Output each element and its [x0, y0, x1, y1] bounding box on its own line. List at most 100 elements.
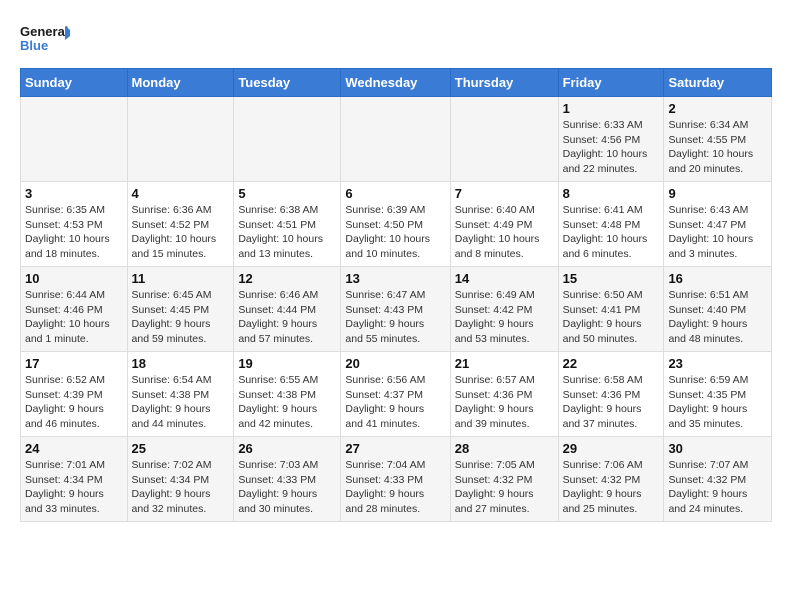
calendar-cell: 23 Sunrise: 6:59 AMSunset: 4:35 PMDayligh…	[664, 352, 772, 437]
day-number: 2	[668, 101, 767, 116]
day-info: Sunrise: 6:49 AMSunset: 4:42 PMDaylight:…	[455, 288, 554, 347]
day-info: Sunrise: 6:33 AMSunset: 4:56 PMDaylight:…	[563, 118, 660, 177]
calendar-cell	[341, 97, 450, 182]
calendar-cell	[127, 97, 234, 182]
day-info: Sunrise: 6:41 AMSunset: 4:48 PMDaylight:…	[563, 203, 660, 262]
calendar-cell	[21, 97, 128, 182]
calendar-week-row: 24 Sunrise: 7:01 AMSunset: 4:34 PMDayligh…	[21, 437, 772, 522]
calendar-cell	[234, 97, 341, 182]
day-number: 12	[238, 271, 336, 286]
day-info: Sunrise: 7:06 AMSunset: 4:32 PMDaylight:…	[563, 458, 660, 517]
calendar-week-row: 1 Sunrise: 6:33 AMSunset: 4:56 PMDaylight…	[21, 97, 772, 182]
calendar-cell: 15 Sunrise: 6:50 AMSunset: 4:41 PMDayligh…	[558, 267, 664, 352]
day-number: 14	[455, 271, 554, 286]
calendar-cell: 17 Sunrise: 6:52 AMSunset: 4:39 PMDayligh…	[21, 352, 128, 437]
day-info: Sunrise: 6:55 AMSunset: 4:38 PMDaylight:…	[238, 373, 336, 432]
weekday-header: Wednesday	[341, 69, 450, 97]
day-number: 29	[563, 441, 660, 456]
day-number: 7	[455, 186, 554, 201]
weekday-header: Saturday	[664, 69, 772, 97]
day-number: 4	[132, 186, 230, 201]
calendar-cell: 7 Sunrise: 6:40 AMSunset: 4:49 PMDaylight…	[450, 182, 558, 267]
day-info: Sunrise: 6:44 AMSunset: 4:46 PMDaylight:…	[25, 288, 123, 347]
calendar-cell: 10 Sunrise: 6:44 AMSunset: 4:46 PMDayligh…	[21, 267, 128, 352]
day-number: 28	[455, 441, 554, 456]
svg-text:General: General	[20, 24, 68, 39]
calendar-cell: 26 Sunrise: 7:03 AMSunset: 4:33 PMDayligh…	[234, 437, 341, 522]
calendar-cell: 16 Sunrise: 6:51 AMSunset: 4:40 PMDayligh…	[664, 267, 772, 352]
day-info: Sunrise: 6:50 AMSunset: 4:41 PMDaylight:…	[563, 288, 660, 347]
calendar-cell: 25Sunrise: 7:02 AMSunset: 4:34 PMDayligh…	[127, 437, 234, 522]
calendar-table: SundayMondayTuesdayWednesdayThursdayFrid…	[20, 68, 772, 522]
calendar-cell: 21 Sunrise: 6:57 AMSunset: 4:36 PMDayligh…	[450, 352, 558, 437]
day-info: Sunrise: 6:36 AMSunset: 4:52 PMDaylight:…	[132, 203, 230, 262]
calendar-cell: 12Sunrise: 6:46 AMSunset: 4:44 PMDayligh…	[234, 267, 341, 352]
calendar-cell: 8 Sunrise: 6:41 AMSunset: 4:48 PMDaylight…	[558, 182, 664, 267]
day-number: 10	[25, 271, 123, 286]
weekday-header: Thursday	[450, 69, 558, 97]
calendar-cell: 28 Sunrise: 7:05 AMSunset: 4:32 PMDayligh…	[450, 437, 558, 522]
day-info: Sunrise: 6:39 AMSunset: 4:50 PMDaylight:…	[345, 203, 445, 262]
day-info: Sunrise: 6:34 AMSunset: 4:55 PMDaylight:…	[668, 118, 767, 177]
calendar-cell: 4 Sunrise: 6:36 AMSunset: 4:52 PMDaylight…	[127, 182, 234, 267]
day-number: 13	[345, 271, 445, 286]
day-info: Sunrise: 6:54 AMSunset: 4:38 PMDaylight:…	[132, 373, 230, 432]
weekday-header: Monday	[127, 69, 234, 97]
calendar-cell: 29 Sunrise: 7:06 AMSunset: 4:32 PMDayligh…	[558, 437, 664, 522]
day-number: 22	[563, 356, 660, 371]
calendar-cell: 2 Sunrise: 6:34 AMSunset: 4:55 PMDaylight…	[664, 97, 772, 182]
weekday-header: Tuesday	[234, 69, 341, 97]
day-number: 17	[25, 356, 123, 371]
logo: General Blue	[20, 20, 70, 58]
calendar-cell: 1 Sunrise: 6:33 AMSunset: 4:56 PMDaylight…	[558, 97, 664, 182]
weekday-header: Sunday	[21, 69, 128, 97]
day-number: 23	[668, 356, 767, 371]
calendar-cell: 5 Sunrise: 6:38 AMSunset: 4:51 PMDaylight…	[234, 182, 341, 267]
day-info: Sunrise: 6:58 AMSunset: 4:36 PMDaylight:…	[563, 373, 660, 432]
calendar-cell: 30 Sunrise: 7:07 AMSunset: 4:32 PMDayligh…	[664, 437, 772, 522]
calendar-cell: 13 Sunrise: 6:47 AMSunset: 4:43 PMDayligh…	[341, 267, 450, 352]
day-info: Sunrise: 6:40 AMSunset: 4:49 PMDaylight:…	[455, 203, 554, 262]
day-number: 15	[563, 271, 660, 286]
day-number: 26	[238, 441, 336, 456]
page-header: General Blue	[20, 20, 772, 58]
day-info: Sunrise: 6:57 AMSunset: 4:36 PMDaylight:…	[455, 373, 554, 432]
day-info: Sunrise: 6:51 AMSunset: 4:40 PMDaylight:…	[668, 288, 767, 347]
weekday-header: Friday	[558, 69, 664, 97]
day-number: 5	[238, 186, 336, 201]
day-info: Sunrise: 7:03 AMSunset: 4:33 PMDaylight:…	[238, 458, 336, 517]
calendar-cell: 20Sunrise: 6:56 AMSunset: 4:37 PMDayligh…	[341, 352, 450, 437]
day-info: Sunrise: 7:05 AMSunset: 4:32 PMDaylight:…	[455, 458, 554, 517]
day-info: Sunrise: 6:52 AMSunset: 4:39 PMDaylight:…	[25, 373, 123, 432]
calendar-week-row: 17 Sunrise: 6:52 AMSunset: 4:39 PMDayligh…	[21, 352, 772, 437]
day-number: 3	[25, 186, 123, 201]
calendar-cell: 18Sunrise: 6:54 AMSunset: 4:38 PMDayligh…	[127, 352, 234, 437]
day-number: 30	[668, 441, 767, 456]
day-info: Sunrise: 6:47 AMSunset: 4:43 PMDaylight:…	[345, 288, 445, 347]
day-info: Sunrise: 7:02 AMSunset: 4:34 PMDaylight:…	[132, 458, 230, 517]
logo-svg: General Blue	[20, 20, 70, 58]
calendar-week-row: 10 Sunrise: 6:44 AMSunset: 4:46 PMDayligh…	[21, 267, 772, 352]
day-number: 1	[563, 101, 660, 116]
calendar-cell: 24 Sunrise: 7:01 AMSunset: 4:34 PMDayligh…	[21, 437, 128, 522]
day-number: 11	[132, 271, 230, 286]
calendar-week-row: 3Sunrise: 6:35 AMSunset: 4:53 PMDaylight…	[21, 182, 772, 267]
day-info: Sunrise: 6:38 AMSunset: 4:51 PMDaylight:…	[238, 203, 336, 262]
day-number: 24	[25, 441, 123, 456]
day-info: Sunrise: 7:04 AMSunset: 4:33 PMDaylight:…	[345, 458, 445, 517]
svg-text:Blue: Blue	[20, 38, 48, 53]
day-info: Sunrise: 6:59 AMSunset: 4:35 PMDaylight:…	[668, 373, 767, 432]
day-number: 8	[563, 186, 660, 201]
day-number: 21	[455, 356, 554, 371]
calendar-cell: 19Sunrise: 6:55 AMSunset: 4:38 PMDayligh…	[234, 352, 341, 437]
calendar-cell: 27Sunrise: 7:04 AMSunset: 4:33 PMDayligh…	[341, 437, 450, 522]
calendar-cell: 3Sunrise: 6:35 AMSunset: 4:53 PMDaylight…	[21, 182, 128, 267]
day-info: Sunrise: 7:01 AMSunset: 4:34 PMDaylight:…	[25, 458, 123, 517]
calendar-cell: 14 Sunrise: 6:49 AMSunset: 4:42 PMDayligh…	[450, 267, 558, 352]
day-number: 20	[345, 356, 445, 371]
calendar-cell	[450, 97, 558, 182]
day-info: Sunrise: 7:07 AMSunset: 4:32 PMDaylight:…	[668, 458, 767, 517]
day-number: 6	[345, 186, 445, 201]
day-number: 16	[668, 271, 767, 286]
day-number: 9	[668, 186, 767, 201]
